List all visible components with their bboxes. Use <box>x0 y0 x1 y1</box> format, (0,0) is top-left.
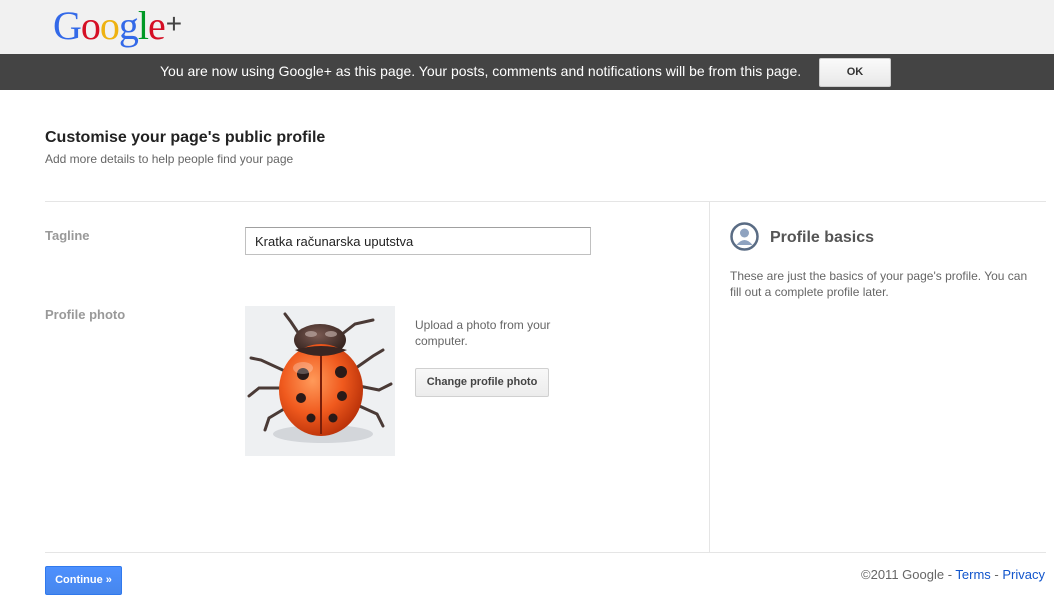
continue-button[interactable]: Continue » <box>45 566 122 595</box>
logo-letter: g <box>118 3 139 48</box>
footer-separator: - <box>990 567 1003 582</box>
profile-photo-ladybug <box>245 306 395 456</box>
ok-button[interactable]: OK <box>819 58 891 87</box>
logo-plus: + <box>165 8 182 39</box>
profile-icon <box>730 222 759 251</box>
page-subtitle: Add more details to help people find you… <box>45 152 294 166</box>
logo-letter: o <box>99 3 120 48</box>
logo-letter: e <box>148 3 166 48</box>
vertical-divider <box>709 201 710 552</box>
profile-basics-title: Profile basics <box>770 229 875 246</box>
upload-instructions: Upload a photo from your computer. <box>415 318 551 348</box>
top-bar: Google+ <box>0 0 1054 54</box>
terms-link[interactable]: Terms <box>955 567 990 582</box>
notification-text: You are now using Google+ as this page. … <box>160 63 802 79</box>
divider <box>45 201 1046 202</box>
profile-photo-label: Profile photo <box>45 307 126 322</box>
google-plus-logo[interactable]: Google+ <box>53 2 182 48</box>
ladybug-image <box>247 312 393 443</box>
notification-bar: You are now using Google+ as this page. … <box>0 54 1054 90</box>
change-profile-photo-button[interactable]: Change profile photo <box>415 368 549 397</box>
logo-letter: o <box>80 3 101 48</box>
tagline-label: Tagline <box>45 228 90 243</box>
privacy-link[interactable]: Privacy <box>1002 567 1045 582</box>
logo-letter: G <box>53 3 82 48</box>
profile-basics-text: These are just the basics of your page's… <box>730 269 1028 299</box>
footer: ©2011 Google - Terms - Privacy <box>861 567 1045 582</box>
page-title: Customise your page's public profile <box>45 129 326 146</box>
divider <box>45 552 1046 553</box>
logo-letter: l <box>137 3 149 48</box>
logo-text: Google <box>53 3 166 48</box>
footer-separator: - <box>944 567 956 582</box>
copyright: ©2011 Google <box>861 567 945 582</box>
tagline-input[interactable] <box>245 227 591 255</box>
